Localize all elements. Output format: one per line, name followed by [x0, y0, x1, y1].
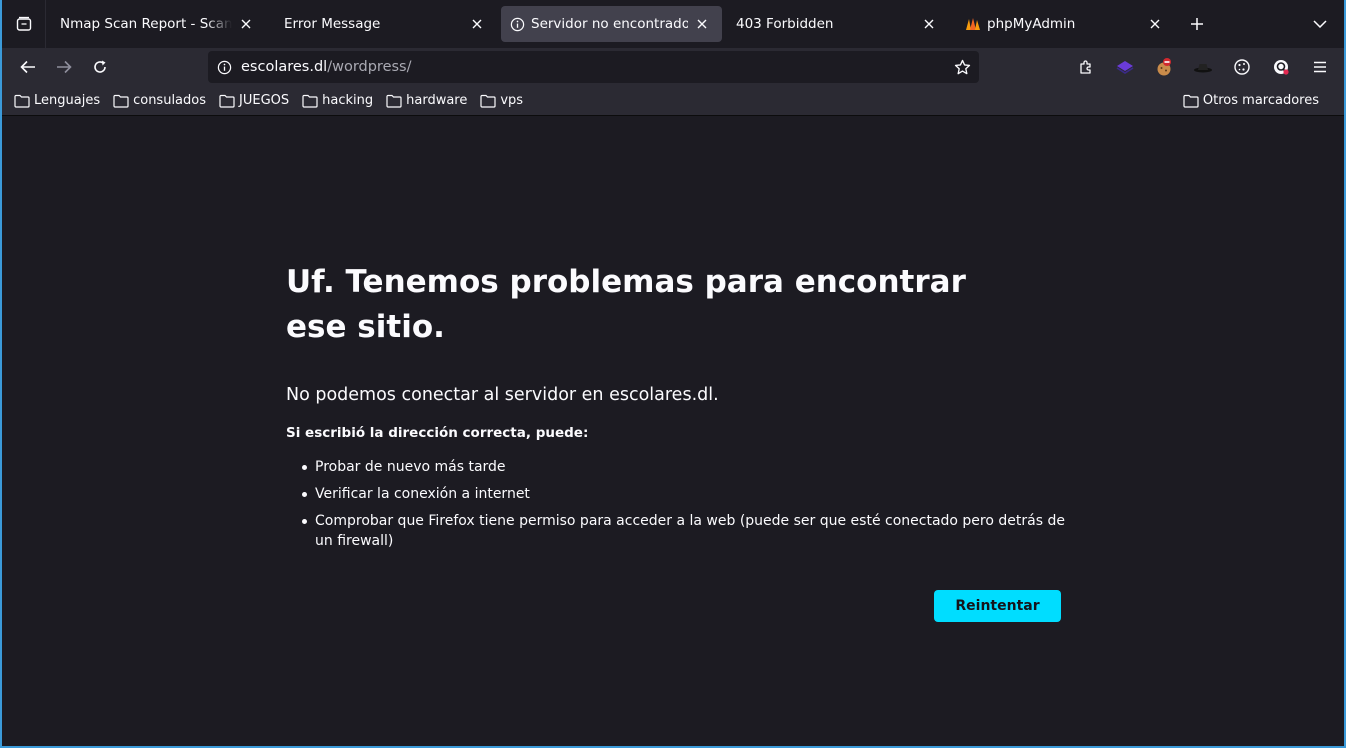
bookmark-label: hardware [406, 93, 468, 108]
tab-nmap[interactable]: Nmap Scan Report - Scanned at [48, 6, 266, 42]
page-content: Uf. Tenemos problemas para encontrar ese… [2, 117, 1344, 746]
bookmarks-toolbar: Lenguajes consulados JUEGOS hacking hard… [2, 86, 1344, 116]
other-bookmarks-folder[interactable]: Otros marcadores [1183, 93, 1319, 108]
tab-403-forbidden[interactable]: 403 Forbidden [724, 6, 949, 42]
proxy-icon [1274, 60, 1289, 75]
firefox-view-button[interactable] [2, 0, 46, 48]
tab-title: Servidor no encontrado [531, 16, 688, 32]
arrow-right-icon [57, 60, 72, 74]
cookie-editor-button[interactable] [1226, 51, 1258, 83]
extensions-button[interactable] [1070, 51, 1102, 83]
back-button[interactable] [12, 51, 44, 83]
new-tab-button[interactable] [1181, 8, 1213, 40]
bookmark-label: JUEGOS [239, 93, 290, 108]
folder-icon [1183, 94, 1199, 108]
tab-servidor-no-encontrado[interactable]: Servidor no encontrado [501, 6, 722, 42]
proxy-extension-button[interactable] [1265, 51, 1297, 83]
close-icon[interactable] [921, 16, 937, 32]
tab-title: phpMyAdmin [987, 16, 1076, 32]
url-text: escolares.dl/wordpress/ [241, 59, 412, 75]
bookmark-folder-hardware[interactable]: hardware [386, 93, 467, 108]
folder-icon [302, 94, 318, 108]
menu-button[interactable] [1304, 51, 1336, 83]
firefox-view-icon [16, 16, 31, 31]
browser-window: Nmap Scan Report - Scanned at Error Mess… [0, 0, 1346, 748]
tab-title: Error Message [284, 16, 381, 32]
error-suggestions-heading: Si escribió la dirección correcta, puede… [286, 425, 589, 441]
hat-icon [1194, 64, 1212, 73]
layers-icon [1116, 61, 1134, 74]
bookmark-folder-lenguajes[interactable]: Lenguajes [14, 93, 100, 108]
plus-icon [1191, 18, 1203, 30]
chevron-down-icon [1313, 20, 1327, 28]
tab-title: 403 Forbidden [736, 16, 834, 32]
tab-error-message[interactable]: Error Message [272, 6, 497, 42]
bookmark-label: Otros marcadores [1202, 93, 1319, 108]
cookie-monster-icon [1157, 58, 1171, 76]
bookmark-folder-juegos[interactable]: JUEGOS [219, 93, 289, 108]
cookie-icon [1234, 59, 1250, 75]
list-item: Comprobar que Firefox tiene permiso para… [302, 513, 1065, 549]
error-description: No podemos conectar al servidor en escol… [286, 385, 719, 405]
hamburger-icon [1314, 61, 1326, 73]
bookmark-label: vps [500, 93, 524, 108]
extensions-area [1063, 51, 1336, 83]
folder-icon [113, 94, 129, 108]
tab-phpmyadmin[interactable]: phpMyAdmin [953, 6, 1175, 42]
list-all-tabs-button[interactable] [1304, 8, 1336, 40]
bookmark-label: Lenguajes [34, 93, 101, 108]
bookmark-label: hacking [322, 93, 374, 108]
folder-icon [480, 94, 496, 108]
cookie-extension-button[interactable] [1148, 51, 1180, 83]
list-item: Probar de nuevo más tarde [302, 457, 1066, 477]
site-info-icon[interactable] [208, 51, 240, 83]
folder-icon [219, 94, 235, 108]
bookmark-label: consulados [133, 93, 207, 108]
retry-button[interactable]: Reintentar [934, 590, 1061, 622]
puzzle-icon [1080, 60, 1091, 74]
tab-bar: Nmap Scan Report - Scanned at Error Mess… [2, 0, 1344, 48]
url-path: /wordpress/ [327, 59, 412, 75]
purple-extension-button[interactable] [1109, 51, 1141, 83]
arrow-left-icon [20, 60, 35, 74]
list-item: Verificar la conexión a internet [302, 484, 1066, 504]
url-host: escolares.dl [241, 59, 328, 75]
reload-button[interactable] [84, 51, 116, 83]
bookmark-folder-hacking[interactable]: hacking [302, 93, 373, 108]
url-bar[interactable]: escolares.dl/wordpress/ [208, 51, 979, 83]
reload-icon [94, 60, 106, 73]
bookmark-folder-vps[interactable]: vps [480, 93, 523, 108]
bookmark-star-icon[interactable] [951, 56, 973, 78]
close-icon[interactable] [1147, 16, 1163, 32]
phpmyadmin-icon [965, 16, 981, 32]
error-container: Uf. Tenemos problemas para encontrar ese… [286, 260, 1066, 558]
hat-extension-button[interactable] [1187, 51, 1219, 83]
info-icon [509, 16, 525, 32]
close-icon[interactable] [469, 16, 485, 32]
close-icon[interactable] [694, 16, 710, 32]
tab-title: Nmap Scan Report - Scanned at [60, 16, 232, 32]
forward-button[interactable] [48, 51, 80, 83]
bookmark-folder-consulados[interactable]: consulados [113, 93, 206, 108]
folder-icon [14, 94, 30, 108]
error-title: Uf. Tenemos problemas para encontrar ese… [286, 264, 966, 345]
suggestions-list: Probar de nuevo más tarde Verificar la c… [286, 457, 1066, 551]
close-icon[interactable] [238, 16, 254, 32]
folder-icon [386, 94, 402, 108]
navigation-toolbar: escolares.dl/wordpress/ [2, 48, 1344, 86]
